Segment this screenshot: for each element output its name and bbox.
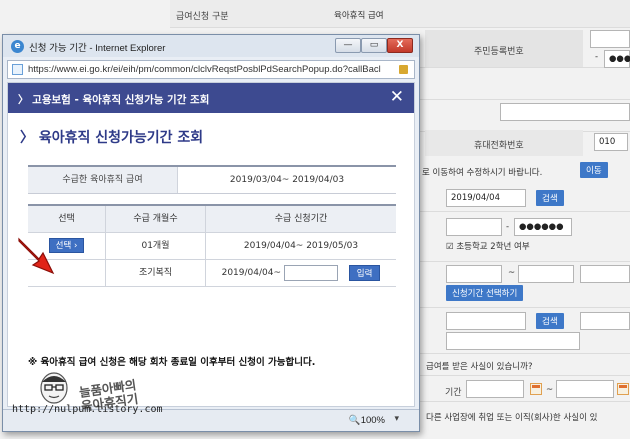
column-header-months: 수급 개월수 <box>106 206 206 232</box>
period-start-field[interactable] <box>466 380 524 398</box>
search-button[interactable]: 검색 <box>536 190 564 206</box>
search-extra-field[interactable] <box>580 312 630 330</box>
minimize-button[interactable]: — <box>335 38 361 53</box>
phone-label: 휴대전화번호 <box>474 141 524 151</box>
popup-header-text: 고용보험 - 육아휴직 신청가능 기간 조회 <box>32 94 210 106</box>
popup-page: 〉 고용보험 - 육아휴직 신청가능 기간 조회 ✕ 〉 육아휴직 신청가능기간… <box>7 82 415 407</box>
window-titlebar[interactable]: e 신청 가능 기간 - Internet Explorer — ▭ X <box>3 35 419 57</box>
internet-explorer-icon: e <box>11 40 24 53</box>
child-dash: - <box>506 222 510 232</box>
form-value: 육아휴직 급여 <box>334 11 384 21</box>
table-row: 선택 › 01개월 2019/04/04~ 2019/05/03 <box>28 233 396 260</box>
notice-text: ※ 육아휴직 급여 신청은 해당 회차 종료일 이후부터 신청이 가능합니다. <box>28 357 316 368</box>
table-row: 조기복직 2019/04/04~ 입력 <box>28 260 396 287</box>
range-extra-field[interactable] <box>580 265 630 283</box>
close-icon[interactable]: ✕ <box>390 87 404 107</box>
page-icon <box>12 64 23 75</box>
zoom-icon: 🔍 <box>348 415 361 426</box>
school-checkbox[interactable]: ☑ 초등학교 2학년 여부 <box>446 240 530 252</box>
move-notice: 로 이동하여 수정하시기 바랍니다. <box>422 168 543 178</box>
received-table: 수급한 육아휴직 급여 2019/03/04~ 2019/04/03 <box>28 165 396 194</box>
period-cell: 2019/04/04~ 입력 <box>206 260 396 286</box>
range-tilde: ~ <box>508 268 516 278</box>
period-table: 선택 수급 개월수 수급 신청기간 선택 › 01개월 2019/04/04~ … <box>28 204 396 287</box>
period-cell: 2019/04/04~ 2019/05/03 <box>243 241 359 251</box>
chevron-right-icon: 〉 <box>18 94 29 106</box>
range-start-field[interactable] <box>446 265 502 283</box>
table-header-row: 선택 수급 개월수 수급 신청기간 <box>28 206 396 233</box>
form-row <box>170 0 630 28</box>
column-header-period: 수급 신청기간 <box>274 214 328 224</box>
received-value: 2019/03/04~ 2019/04/03 <box>229 175 345 185</box>
zoom-level[interactable]: 🔍100% <box>349 415 385 426</box>
resident-back-field[interactable]: ●●● <box>604 50 630 68</box>
calendar-icon[interactable] <box>530 383 542 395</box>
chevron-down-icon[interactable]: ▾ <box>394 414 399 424</box>
zoom-text: 100% <box>360 415 385 426</box>
page-title-text: 육아휴직 신청가능기간 조회 <box>38 130 204 146</box>
popup-header: 〉 고용보험 - 육아휴직 신청가능 기간 조회 ✕ <box>8 83 414 113</box>
lock-icon <box>399 65 408 74</box>
months-cell: 조기복직 <box>106 260 206 286</box>
checkbox-icon: ☑ <box>446 242 454 252</box>
window-title: 신청 가능 기간 - Internet Explorer <box>29 43 166 54</box>
search-button-2[interactable]: 검색 <box>536 313 564 329</box>
table-row: 수급한 육아휴직 급여 2019/03/04~ 2019/04/03 <box>28 167 396 193</box>
range-end-field[interactable] <box>518 265 574 283</box>
child-back-field[interactable]: ●●●●●● <box>514 218 572 236</box>
avatar-icon <box>40 372 68 404</box>
period-tilde: ~ <box>546 385 554 395</box>
date-field[interactable]: 2019/04/04 <box>446 189 526 207</box>
address-bar[interactable]: https://www.ei.go.kr/ei/eih/pm/common/cl… <box>7 60 415 79</box>
months-cell: 01개월 <box>106 233 206 259</box>
period-select-button[interactable]: 신청기간 선택하기 <box>446 285 524 301</box>
calendar-icon[interactable] <box>617 383 629 395</box>
other-job-question: 다른 사업장에 취업 또는 이직(회사)한 사실이 있 <box>426 413 598 423</box>
move-button[interactable]: 이동 <box>580 162 608 178</box>
period-end-field[interactable] <box>556 380 614 398</box>
resident-front-field[interactable] <box>590 30 630 48</box>
popup-header-title: 〉 고용보험 - 육아휴직 신청가능 기간 조회 <box>18 92 209 107</box>
page-title: 〉 육아휴직 신청가능기간 조회 <box>20 127 203 147</box>
resident-dash: - <box>595 52 599 62</box>
detail-field[interactable] <box>446 332 580 350</box>
return-date-input[interactable] <box>283 264 338 281</box>
close-window-button[interactable]: X <box>387 38 413 53</box>
url-text: https://www.ei.go.kr/ei/eih/pm/common/cl… <box>28 64 381 75</box>
period-label: 기간 <box>445 388 462 398</box>
red-arrow-icon <box>18 237 55 275</box>
form-label: 급여신청 구분 <box>176 12 229 22</box>
received-label: 수급한 육아휴직 급여 <box>28 167 178 193</box>
benefit-question: 급여를 받은 사실이 있습니까? <box>426 362 533 372</box>
maximize-button[interactable]: ▭ <box>361 38 387 53</box>
search-field[interactable] <box>446 312 526 330</box>
blog-url: http://nulpum.tistory.com <box>12 404 163 415</box>
input-button[interactable]: 입력 <box>348 264 381 281</box>
phone-prefix-select[interactable]: 010 <box>594 133 628 151</box>
school-check-label: 초등학교 2학년 여부 <box>456 242 530 252</box>
period-start-text: 2019/04/04~ <box>221 268 282 278</box>
column-header-select: 선택 <box>28 206 106 232</box>
chevron-right-icon: 〉 <box>20 130 34 146</box>
resident-label: 주민등록번호 <box>474 47 524 57</box>
child-front-field[interactable] <box>446 218 502 236</box>
